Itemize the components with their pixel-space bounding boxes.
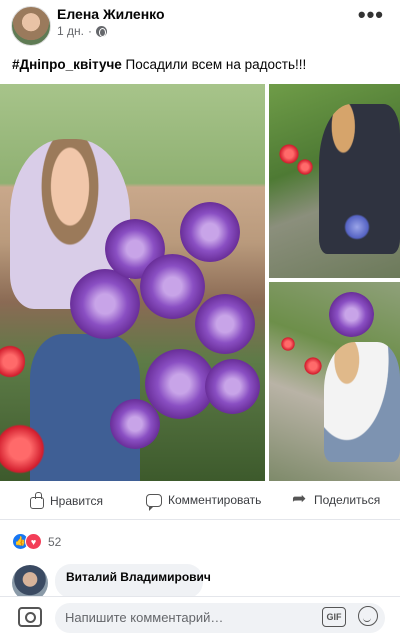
allium-flower xyxy=(329,292,374,337)
photo-main[interactable] xyxy=(0,84,265,481)
red-flower xyxy=(297,159,313,175)
emoji-icon[interactable] xyxy=(358,606,378,626)
allium-flower xyxy=(205,359,260,414)
photo-grid xyxy=(0,84,400,481)
red-flower xyxy=(0,344,25,379)
camera-icon[interactable] xyxy=(18,607,42,627)
share-label: Поделиться xyxy=(314,493,381,507)
post-meta: 1 дн. · xyxy=(57,24,107,38)
photo-top-right[interactable] xyxy=(269,84,400,278)
comment-composer: Напишите комментарий… GIF xyxy=(0,596,400,641)
love-icon: ♥ xyxy=(25,533,42,550)
more-options-icon[interactable]: ••• xyxy=(358,2,384,28)
post-actions: Нравится Комментировать Поделиться xyxy=(0,485,400,520)
reaction-count: 52 xyxy=(48,534,62,549)
allium-flower xyxy=(180,202,240,262)
post-caption: #Дніпро_квітуче Посадили всем на радость… xyxy=(12,57,306,72)
author-avatar[interactable] xyxy=(11,6,51,46)
watering-can xyxy=(344,214,370,240)
meta-separator: · xyxy=(87,24,92,38)
comment-button[interactable]: Комментировать xyxy=(146,493,262,511)
post-header: Елена Жиленко 1 дн. · ••• xyxy=(0,0,400,50)
allium-flower xyxy=(195,294,255,354)
red-flower xyxy=(281,337,295,351)
girl-figure xyxy=(324,342,400,462)
photo-bottom-right[interactable] xyxy=(269,282,400,481)
red-flower xyxy=(279,144,299,164)
allium-flower xyxy=(110,399,160,449)
share-icon xyxy=(292,489,308,509)
red-flower xyxy=(304,357,322,375)
allium-flower xyxy=(140,254,205,319)
thumbs-up-icon xyxy=(30,492,44,509)
commenter-name[interactable]: Виталий Владимирович xyxy=(66,570,211,584)
comment-label: Комментировать xyxy=(168,493,262,507)
caption-text: Посадили всем на радость!!! xyxy=(121,57,307,72)
author-name[interactable]: Елена Жиленко xyxy=(57,6,165,22)
reactions-summary[interactable]: 👍 ♥ 52 xyxy=(12,533,61,550)
gif-icon[interactable]: GIF xyxy=(322,607,346,627)
globe-icon xyxy=(95,25,107,37)
caption-hashtag[interactable]: #Дніпро_квітуче xyxy=(12,57,122,72)
comment-icon xyxy=(146,493,162,511)
post-time[interactable]: 1 дн. xyxy=(57,24,84,38)
like-button[interactable]: Нравится xyxy=(30,492,103,509)
allium-flower xyxy=(70,269,140,339)
share-button[interactable]: Поделиться xyxy=(292,489,381,509)
like-label: Нравится xyxy=(50,494,103,508)
